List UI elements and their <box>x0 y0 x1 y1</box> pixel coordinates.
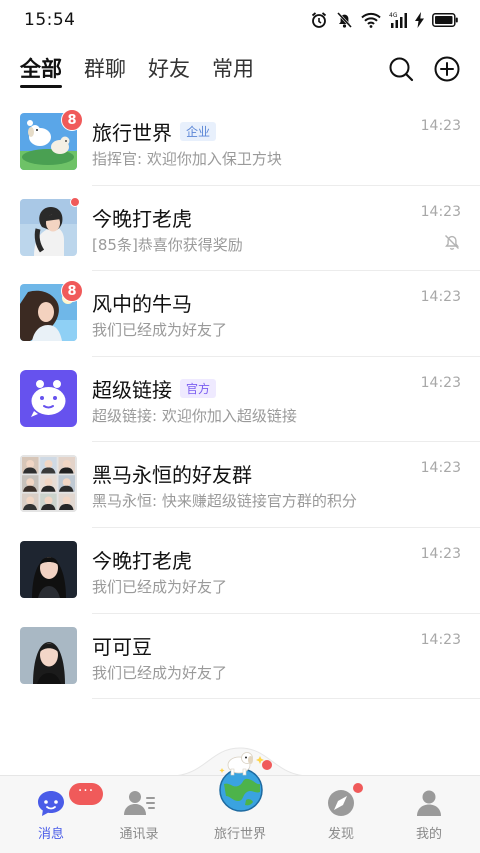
search-icon[interactable] <box>388 56 414 82</box>
divider <box>92 698 480 700</box>
conversation-list: 8 旅行世界 企业 指挥官: 欢迎你加入保卫方块 14:23 今晚打老虎 [85… <box>0 100 480 700</box>
charging-icon <box>415 12 424 28</box>
avatar <box>20 198 77 256</box>
message-time: 14:23 <box>420 374 461 391</box>
unread-dot <box>70 196 80 207</box>
conversation-filter-tabs: 全部 群聊 好友 常用 <box>20 52 254 92</box>
nav-contacts[interactable]: 通讯录 <box>99 776 179 853</box>
conversation-name: 可可豆 <box>92 634 152 659</box>
conversation-name-row: 风中的牛马 <box>92 288 192 317</box>
nav-label: 消息 <box>37 827 64 842</box>
message-time: 14:23 <box>420 460 461 477</box>
message-time: 14:23 <box>420 545 461 562</box>
contacts-icon <box>124 791 155 815</box>
nav-label: 通讯录 <box>119 827 159 842</box>
svg-text:4G: 4G <box>389 12 398 19</box>
conversation-item[interactable]: 超级链接 官方 超级链接: 欢迎你加入超级链接 14:23 <box>0 357 480 443</box>
status-bar: 15:54 4G <box>0 0 480 40</box>
travel-world-dot <box>262 760 272 770</box>
cellular-4g-icon: 4G <box>389 12 407 28</box>
message-preview: 我们已经成为好友了 <box>92 577 228 596</box>
conversation-item[interactable]: 8 旅行世界 企业 指挥官: 欢迎你加入保卫方块 14:23 <box>0 100 480 186</box>
tab-group-chats[interactable]: 群聊 <box>84 52 126 88</box>
unread-more-badge: ··· <box>69 783 103 805</box>
wifi-icon <box>361 12 381 28</box>
status-time: 15:54 <box>24 10 76 30</box>
conversation-name-row: 今晚打老虎 <box>92 203 192 232</box>
chat-bubble-icon <box>38 791 64 816</box>
conversation-item[interactable]: 可可豆 我们已经成为好友了 14:23 <box>0 614 480 700</box>
message-preview: [85条]恭喜你获得奖励 <box>92 235 243 254</box>
nav-label: 我的 <box>415 827 442 842</box>
message-time: 14:23 <box>420 631 461 648</box>
conversation-name-row: 旅行世界 企业 <box>92 117 217 146</box>
person-icon <box>417 790 441 816</box>
message-preview: 我们已经成为好友了 <box>92 321 228 340</box>
conversation-item[interactable]: 今晚打老虎 [85条]恭喜你获得奖励 14:23 <box>0 186 480 272</box>
conversation-name: 今晚打老虎 <box>92 548 192 573</box>
nav-label: 发现 <box>327 827 354 842</box>
message-preview: 黑马永恒: 快来赚超级链接官方群的积分 <box>92 492 357 511</box>
globe-mascot-icon[interactable] <box>216 748 266 812</box>
official-tag: 官方 <box>180 378 217 398</box>
conversation-name-row: 超级链接 官方 <box>92 374 217 403</box>
conversation-name: 今晚打老虎 <box>92 206 192 231</box>
tab-friends[interactable]: 好友 <box>148 52 190 88</box>
message-time: 14:23 <box>420 203 461 220</box>
conversation-name-row: 今晚打老虎 <box>92 545 192 574</box>
message-preview: 超级链接: 欢迎你加入超级链接 <box>92 406 297 425</box>
nav-messages[interactable]: ··· 消息 <box>11 776 103 853</box>
conversation-name-row: 可可豆 <box>92 631 152 660</box>
avatar <box>20 626 77 684</box>
add-circle-icon[interactable] <box>434 56 460 82</box>
mute-bell-icon <box>337 12 352 28</box>
avatar <box>20 369 77 427</box>
message-preview: 指挥官: 欢迎你加入保卫方块 <box>92 150 282 168</box>
conversation-item[interactable]: 8 风中的牛马 我们已经成为好友了 14:23 <box>0 271 480 357</box>
status-icons: 4G <box>310 10 458 30</box>
battery-icon <box>432 13 458 27</box>
tab-frequent[interactable]: 常用 <box>212 52 254 88</box>
unread-count-badge: 8 <box>61 109 83 131</box>
conversation-item[interactable]: 今晚打老虎 我们已经成为好友了 14:23 <box>0 528 480 614</box>
conversation-name: 风中的牛马 <box>92 292 192 317</box>
top-actions <box>388 56 460 82</box>
conversation-item[interactable]: 黑马永恒的好友群 黑马永恒: 快来赚超级链接官方群的积分 14:23 <box>0 442 480 528</box>
message-time: 14:23 <box>420 289 461 306</box>
compass-icon <box>328 790 354 816</box>
enterprise-tag: 企业 <box>180 122 217 141</box>
message-preview: 我们已经成为好友了 <box>92 663 228 682</box>
conversation-name: 旅行世界 <box>92 121 172 145</box>
discover-dot <box>353 783 363 793</box>
conversation-name-row: 黑马永恒的好友群 <box>92 459 252 488</box>
nav-discover[interactable]: 发现 <box>301 776 381 853</box>
conversation-name: 超级链接 <box>92 377 172 402</box>
nav-label: 旅行世界 <box>213 827 266 842</box>
unread-count-badge: 8 <box>61 280 83 303</box>
conversation-name: 黑马永恒的好友群 <box>92 463 252 488</box>
avatar <box>20 540 77 598</box>
mute-notification-icon <box>445 234 459 250</box>
alarm-icon <box>311 12 327 28</box>
nav-me[interactable]: 我的 <box>389 776 469 853</box>
tab-all[interactable]: 全部 <box>20 52 62 88</box>
message-time: 14:23 <box>420 118 461 134</box>
group-avatar <box>20 455 77 513</box>
